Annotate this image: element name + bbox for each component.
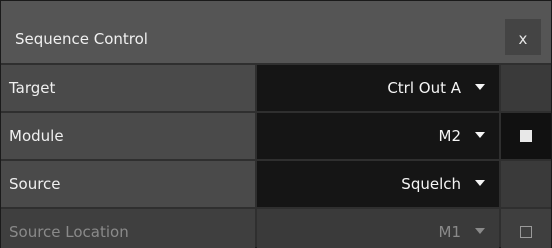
target-extra-cell <box>501 65 551 111</box>
module-value: M2 <box>438 127 462 145</box>
module-select[interactable]: M2 <box>257 113 499 159</box>
source-location-value: M1 <box>438 223 462 241</box>
chevron-down-icon <box>475 228 485 234</box>
source-location-toggle <box>501 209 551 248</box>
source-extra-cell <box>501 161 551 207</box>
row-module: Module M2 <box>1 113 551 161</box>
row-target: Target Ctrl Out A <box>1 65 551 113</box>
source-location-label: Source Location <box>1 209 255 248</box>
square-outline-icon <box>520 226 532 238</box>
source-label: Source <box>1 161 255 207</box>
panel-titlebar: Sequence Control x <box>1 1 551 63</box>
source-location-select: M1 <box>257 209 499 248</box>
row-source-location: Source Location M1 <box>1 209 551 248</box>
module-label: Module <box>1 113 255 159</box>
close-button[interactable]: x <box>505 19 541 55</box>
chevron-down-icon <box>475 180 485 186</box>
source-select[interactable]: Squelch <box>257 161 499 207</box>
source-value: Squelch <box>401 175 461 193</box>
panel-title: Sequence Control <box>15 30 148 48</box>
chevron-down-icon <box>475 84 485 90</box>
target-label: Target <box>1 65 255 111</box>
target-value: Ctrl Out A <box>387 79 461 97</box>
stop-square-icon <box>520 130 532 142</box>
row-source: Source Squelch <box>1 161 551 209</box>
sequence-control-panel: Sequence Control x Target Ctrl Out A Mod… <box>0 0 552 248</box>
target-select[interactable]: Ctrl Out A <box>257 65 499 111</box>
chevron-down-icon <box>475 132 485 138</box>
module-stop-button[interactable] <box>501 113 551 159</box>
